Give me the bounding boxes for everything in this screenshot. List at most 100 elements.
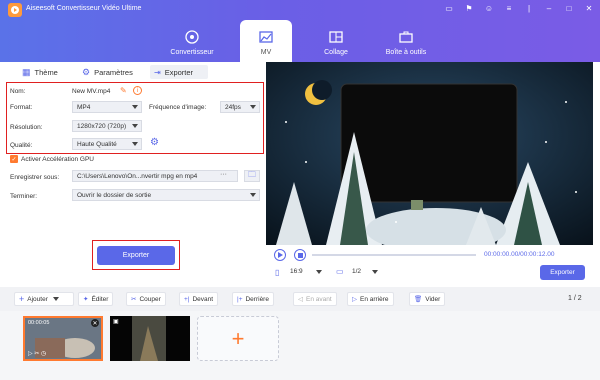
fps-select[interactable]: 24fps (220, 101, 260, 113)
clear-button[interactable]: 🗑 Vider (409, 292, 446, 306)
chevron-down-icon[interactable] (372, 270, 378, 274)
behind-button[interactable]: |+ Derrière (232, 292, 274, 306)
move-left-icon: ◁ (298, 296, 303, 303)
name-label: Nom: (10, 88, 26, 95)
finish-label: Terminer: (10, 193, 38, 200)
clip-image (110, 316, 190, 361)
clip-thumbnail-1[interactable]: 00:00:05 ✕ ▷ ✂ ◷ (23, 316, 103, 361)
chevron-down-icon (132, 105, 138, 109)
move-right-icon: ▷ (352, 296, 357, 303)
ahead-button[interactable]: +| Devant (179, 292, 219, 306)
aspect-ratio-select[interactable]: 16:9 (290, 268, 303, 275)
subtab-label: Thème (34, 67, 58, 77)
button-label: En arrière (360, 295, 389, 303)
gpu-checkbox[interactable]: ✓ (10, 155, 18, 163)
close-icon[interactable]: ✕ (584, 4, 594, 13)
finish-select[interactable]: Ouvrir le dossier de sortie (72, 189, 260, 201)
app-logo-icon (8, 3, 22, 17)
page-select[interactable]: 1/2 (352, 268, 361, 275)
toolbox-icon (399, 31, 413, 43)
add-clip-button[interactable]: + (197, 316, 279, 361)
scissors-icon: ✂ (131, 296, 137, 303)
cart-icon[interactable]: ⚑ (464, 4, 474, 13)
chevron-down-icon (132, 124, 138, 128)
insert-front-icon: +| (184, 295, 190, 303)
subtab-label: Paramètres (94, 67, 133, 77)
edit-pencil-icon[interactable]: ✎ (120, 86, 127, 95)
play-icon (278, 252, 283, 258)
clip-actions-icon[interactable]: ▷ ✂ ◷ (28, 350, 46, 357)
quality-settings-gear-icon[interactable]: ⚙ (150, 137, 159, 148)
insert-behind-icon: |+ (237, 295, 243, 303)
chevron-down-icon (52, 297, 59, 301)
remove-clip-icon[interactable]: ✕ (91, 319, 99, 327)
menu-icon[interactable]: ≡ (504, 4, 514, 13)
forward-button[interactable]: ◁ En avant (293, 292, 337, 306)
maximize-icon[interactable]: □ (564, 4, 574, 13)
subtab-label: Exporter (164, 67, 194, 77)
save-label: Enregistrer sous: (10, 174, 60, 181)
tab-mv[interactable]: MV (240, 20, 292, 62)
subtab-settings[interactable]: ⚙ Paramètres (82, 65, 133, 79)
clip-duration: 00:00:05 (28, 320, 50, 326)
gear-icon: ⚙ (82, 66, 91, 77)
tab-convertisseur[interactable]: Convertisseur (147, 20, 237, 62)
quality-select[interactable]: Haute Qualité (72, 138, 142, 150)
progress-track[interactable] (312, 254, 476, 256)
app-title: Aiseesoft Convertisseur Vidéo Ultime (26, 5, 142, 12)
mv-icon (259, 31, 273, 43)
backward-button[interactable]: ▷ En arrière (347, 292, 394, 306)
subtab-export[interactable]: ⇥ Exporter (150, 65, 208, 79)
info-icon[interactable]: i (133, 86, 142, 95)
player-export-button[interactable]: Exporter (540, 265, 585, 280)
cut-button[interactable]: ✂ Couper (126, 292, 166, 306)
browse-more-button[interactable]: ··· (220, 171, 227, 178)
feedback-icon[interactable]: ▭ (444, 4, 454, 13)
preview-scene (266, 62, 593, 245)
name-value[interactable]: New MV.mp4 (72, 88, 110, 95)
video-preview (266, 62, 593, 245)
format-label: Format: (10, 104, 33, 111)
collage-icon (329, 31, 343, 43)
subtab-theme[interactable]: ▦ Thème (22, 65, 58, 79)
edit-button[interactable]: ✦ Éditer (78, 292, 114, 306)
monitor-icon: ▭ (336, 267, 344, 276)
tab-label: Convertisseur (170, 49, 214, 56)
chevron-down-icon (250, 193, 256, 197)
tab-label: Collage (324, 49, 348, 56)
aspect-ratio-icon: ▯ (275, 268, 280, 277)
plus-icon: + (19, 294, 25, 304)
button-label: En avant (306, 295, 332, 303)
clip-thumbnail-2[interactable]: ▣ (110, 316, 190, 361)
chevron-down-icon (250, 105, 256, 109)
theme-icon: ▦ (22, 66, 31, 77)
button-label: Éditer (91, 295, 109, 303)
separator-icon: | (527, 4, 531, 13)
plus-icon: + (231, 325, 245, 351)
tab-boite-a-outils[interactable]: Boîte à outils (361, 20, 451, 62)
format-select[interactable]: MP4 (72, 101, 142, 113)
button-label: Ajouter (27, 295, 48, 303)
button-label: Derrière (245, 295, 269, 303)
save-path-input[interactable]: C:\Users\Lenovo\On...nvertir mpg en mp4 (72, 170, 238, 182)
stop-button[interactable] (294, 249, 306, 261)
export-button[interactable]: Exporter (97, 246, 175, 265)
window-controls: ▭ ⚑ ☺ ≡ | – □ ✕ (444, 4, 594, 13)
convert-icon (185, 30, 199, 44)
magic-wand-icon: ✦ (83, 296, 89, 303)
button-label: Vider (425, 295, 441, 303)
minimize-icon[interactable]: – (544, 4, 554, 13)
folder-icon[interactable]: 🗀 (244, 170, 260, 182)
fps-label: Fréquence d'image: (149, 104, 207, 111)
chevron-down-icon[interactable] (316, 270, 322, 274)
time-display: 00:00:00.00/00:00:12.00 (484, 251, 555, 258)
button-label: Devant (192, 295, 214, 303)
play-button[interactable] (274, 249, 286, 261)
export-icon: ⇥ (154, 67, 161, 77)
user-icon[interactable]: ☺ (484, 4, 494, 13)
tab-label: Boîte à outils (385, 49, 427, 56)
resolution-select[interactable]: 1280x720 (720p) (72, 120, 142, 132)
quality-label: Qualité: (10, 142, 33, 149)
image-icon: ▣ (113, 319, 119, 325)
add-button[interactable]: + Ajouter (14, 292, 74, 306)
